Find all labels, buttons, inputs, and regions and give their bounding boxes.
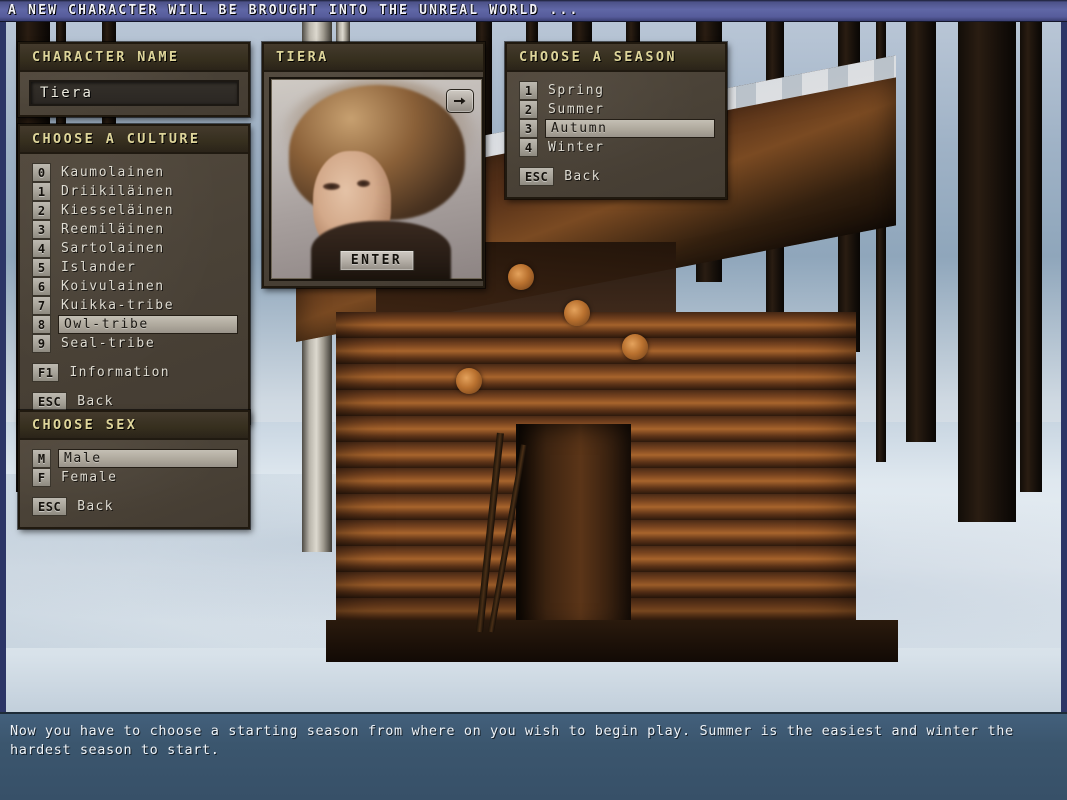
key-badge: 0 xyxy=(32,163,51,182)
culture-item-7[interactable]: 7 Kuikka-tribe xyxy=(32,296,238,315)
season-action-back[interactable]: ESC Back xyxy=(519,167,715,186)
season-item-winter[interactable]: 4 Winter xyxy=(519,138,715,157)
culture-item-0[interactable]: 0 Kaumolainen xyxy=(32,163,238,182)
character-name-input[interactable]: Tiera xyxy=(29,80,239,106)
culture-item-2[interactable]: 2 Kiesseläinen xyxy=(32,201,238,220)
season-list: 1 Spring 2 Summer 3 Autumn 4 Winter xyxy=(519,81,715,157)
key-badge: 8 xyxy=(32,315,51,334)
season-item-label: Autumn xyxy=(545,119,715,138)
sex-item-male[interactable]: M Male xyxy=(32,449,238,468)
key-badge: ESC xyxy=(519,167,555,186)
season-item-label: Spring xyxy=(548,83,605,98)
culture-item-label: Islander xyxy=(61,260,137,275)
culture-item-label: Kiesseläinen xyxy=(61,203,175,218)
culture-panel-header: CHOOSE A CULTURE xyxy=(20,126,248,154)
tree-trunk xyxy=(906,22,936,442)
cabin-wall xyxy=(336,312,856,642)
arrow-right-icon[interactable] xyxy=(446,89,474,113)
key-badge: 4 xyxy=(32,239,51,258)
portrait-eye xyxy=(357,180,370,187)
portrait-panel: TIERA ENTER xyxy=(262,42,485,288)
key-badge: 3 xyxy=(519,119,538,138)
key-badge: 4 xyxy=(519,138,538,157)
sex-action-label: Back xyxy=(77,499,114,514)
cabin-base xyxy=(326,620,898,662)
log-end xyxy=(622,334,648,360)
key-badge: 9 xyxy=(32,334,51,353)
tree-trunk xyxy=(958,22,1016,522)
culture-item-label: Driikiläinen xyxy=(61,184,175,199)
sex-panel-header: CHOOSE SEX xyxy=(20,412,248,440)
log-end xyxy=(564,300,590,326)
character-name-panel: CHARACTER NAME Tiera xyxy=(18,42,250,117)
portrait-panel-header: TIERA xyxy=(264,44,483,72)
season-panel-header: CHOOSE A SEASON xyxy=(507,44,725,72)
culture-item-1[interactable]: 1 Driikiläinen xyxy=(32,182,238,201)
sex-item-label: Male xyxy=(58,449,238,468)
key-badge: 1 xyxy=(32,182,51,201)
game-screen: A NEW CHARACTER WILL BE BROUGHT INTO THE… xyxy=(0,0,1067,800)
culture-item-label: Seal-tribe xyxy=(61,336,156,351)
key-badge: 2 xyxy=(519,100,538,119)
culture-item-label: Owl-tribe xyxy=(58,315,238,334)
culture-item-3[interactable]: 3 Reemiläinen xyxy=(32,220,238,239)
culture-action-information[interactable]: F1 Information xyxy=(32,363,238,382)
title-bar-text: A NEW CHARACTER WILL BE BROUGHT INTO THE… xyxy=(8,3,580,18)
key-badge: F xyxy=(32,468,51,487)
culture-item-label: Reemiläinen xyxy=(61,222,165,237)
sex-item-female[interactable]: F Female xyxy=(32,468,238,487)
key-badge: 1 xyxy=(519,81,538,100)
season-item-label: Summer xyxy=(548,102,605,117)
season-item-summer[interactable]: 2 Summer xyxy=(519,100,715,119)
key-badge: ESC xyxy=(32,497,68,516)
frame-left-border xyxy=(0,22,6,712)
key-badge: 2 xyxy=(32,201,51,220)
sex-action-back[interactable]: ESC Back xyxy=(32,497,238,516)
culture-item-5[interactable]: 5 Islander xyxy=(32,258,238,277)
season-action-label: Back xyxy=(564,169,601,184)
key-badge: 6 xyxy=(32,277,51,296)
culture-item-label: Kaumolainen xyxy=(61,165,165,180)
culture-action-back[interactable]: ESC Back xyxy=(32,392,238,411)
season-item-spring[interactable]: 1 Spring xyxy=(519,81,715,100)
key-badge: F1 xyxy=(32,363,60,382)
culture-item-4[interactable]: 4 Sartolainen xyxy=(32,239,238,258)
frame-right-border xyxy=(1061,22,1067,712)
key-badge: ESC xyxy=(32,392,68,411)
status-message-text: Now you have to choose a starting season… xyxy=(10,723,1023,758)
season-panel: CHOOSE A SEASON 1 Spring 2 Summer 3 Autu… xyxy=(505,42,727,199)
status-message-bar: Now you have to choose a starting season… xyxy=(0,712,1067,800)
enter-button[interactable]: ENTER xyxy=(338,250,415,271)
tree-trunk xyxy=(1020,22,1042,492)
key-badge: 5 xyxy=(32,258,51,277)
season-item-autumn[interactable]: 3 Autumn xyxy=(519,119,715,138)
culture-item-8[interactable]: 8 Owl-tribe xyxy=(32,315,238,334)
culture-action-label: Back xyxy=(77,394,114,409)
cabin-door xyxy=(516,424,631,634)
culture-item-label: Kuikka-tribe xyxy=(61,298,175,313)
sex-item-label: Female xyxy=(61,470,118,485)
culture-item-label: Sartolainen xyxy=(61,241,165,256)
culture-item-label: Koivulainen xyxy=(61,279,165,294)
sex-list: M Male F Female xyxy=(32,449,238,487)
culture-item-9[interactable]: 9 Seal-tribe xyxy=(32,334,238,353)
log-end xyxy=(456,368,482,394)
season-item-label: Winter xyxy=(548,140,605,155)
culture-item-6[interactable]: 6 Koivulainen xyxy=(32,277,238,296)
title-bar: A NEW CHARACTER WILL BE BROUGHT INTO THE… xyxy=(0,0,1067,22)
portrait-eye xyxy=(323,183,340,190)
character-portrait[interactable]: ENTER xyxy=(269,77,484,281)
culture-list: 0 Kaumolainen 1 Driikiläinen 2 Kiesseläi… xyxy=(32,163,238,353)
sex-panel: CHOOSE SEX M Male F Female ESC Back xyxy=(18,410,250,529)
culture-panel: CHOOSE A CULTURE 0 Kaumolainen 1 Driikil… xyxy=(18,124,250,424)
character-name-header: CHARACTER NAME xyxy=(20,44,248,72)
character-name-value: Tiera xyxy=(40,85,94,101)
key-badge: 3 xyxy=(32,220,51,239)
key-badge: 7 xyxy=(32,296,51,315)
log-end xyxy=(508,264,534,290)
key-badge: M xyxy=(32,449,51,468)
culture-action-label: Information xyxy=(69,365,170,380)
